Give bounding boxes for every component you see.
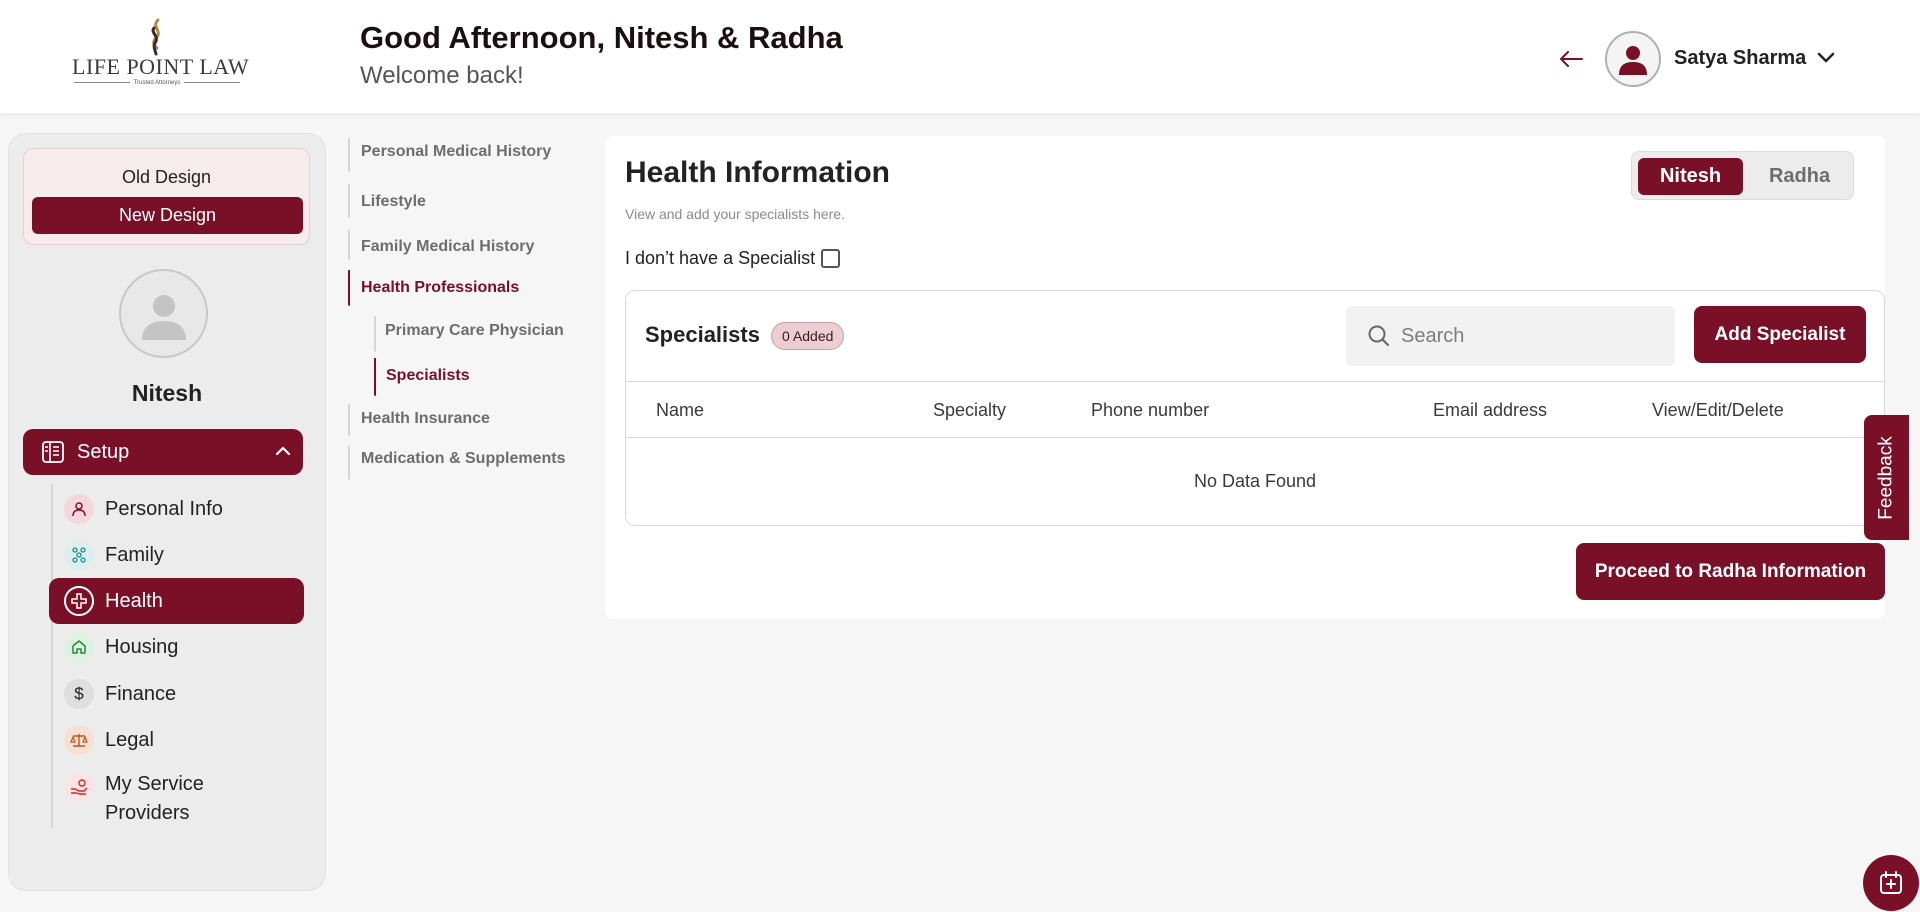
chevron-down-icon[interactable] [1816, 48, 1836, 68]
section-nav-active-subline [374, 358, 376, 396]
profile-name: Nitesh [131, 380, 203, 406]
add-specialist-button[interactable]: Add Specialist [1694, 306, 1866, 363]
logo-tagline: Trusted Attorneys [72, 80, 242, 86]
calendar-add-icon [1880, 871, 1902, 894]
section-nav-line [348, 230, 350, 260]
sidebar-item-housing[interactable]: Housing [49, 624, 304, 670]
health-icon [64, 586, 94, 616]
table-header: Name Specialty Phone number Email addres… [626, 381, 1884, 438]
old-design-option[interactable]: Old Design [24, 167, 309, 188]
logo-text: LIFE POINT LAW [72, 54, 250, 79]
no-specialist-label: I don’t have a Specialist [625, 248, 816, 268]
no-specialist-checkbox[interactable] [821, 249, 840, 268]
page-title: Health Information [625, 156, 891, 189]
page-subtitle: View and add your specialists here. [625, 206, 845, 222]
column-header-name: Name [656, 400, 705, 420]
section-nav-specialists[interactable]: Specialists [386, 367, 470, 385]
sidebar-item-my-service-providers[interactable]: My Service Providers [49, 770, 304, 832]
search-input[interactable] [1401, 321, 1661, 351]
floating-action-button[interactable] [1863, 855, 1919, 911]
document-icon [42, 441, 64, 463]
welcome-subtitle: Welcome back! [360, 62, 524, 89]
section-nav-line [348, 446, 350, 480]
main-panel: Health Information View and add your spe… [605, 136, 1885, 619]
section-nav-line [348, 404, 350, 436]
sidebar-item-health[interactable]: Health [49, 578, 304, 624]
column-header-specialty: Specialty [933, 400, 1007, 420]
sidebar-item-label: Finance [105, 682, 177, 705]
top-header: LIFE POINT LAW Trusted Attorneys Good Af… [0, 0, 1920, 113]
toggle-option-nitesh[interactable]: Nitesh [1638, 158, 1743, 195]
dollar-icon: $ [64, 679, 94, 709]
scales-icon [64, 725, 94, 755]
sidebar-item-label: Family [105, 543, 164, 566]
setup-label: Setup [77, 441, 130, 463]
section-nav-line [348, 184, 350, 218]
chevron-up-icon [275, 446, 291, 456]
column-header-phone: Phone number [1091, 400, 1210, 420]
section-nav-subline [374, 316, 376, 352]
home-icon [64, 632, 94, 662]
specialists-table-card: Specialists 0 Added Add Specialist Name … [625, 290, 1885, 526]
sidebar-item-label: Housing [105, 635, 179, 658]
setup-toggle[interactable]: Setup [23, 429, 303, 475]
section-nav-family-medical-history[interactable]: Family Medical History [361, 238, 534, 256]
person-toggle: Nitesh Radha [1631, 151, 1854, 200]
sidebar-item-finance[interactable]: $ Finance [49, 671, 304, 717]
design-switcher: Old Design New Design [23, 148, 310, 245]
sidebar: Old Design New Design Nitesh Setup Perso… [8, 133, 326, 891]
specialists-title: Specialists [645, 322, 760, 347]
toggle-option-radha[interactable]: Radha [1747, 158, 1852, 195]
person-icon [64, 494, 94, 524]
section-nav-active-line [348, 270, 350, 306]
feedback-label: Feedback [1875, 435, 1897, 520]
section-nav-lifestyle[interactable]: Lifestyle [361, 193, 426, 211]
user-avatar-icon [1619, 46, 1647, 75]
sidebar-item-label: Health [105, 589, 163, 612]
sidebar-item-label: Personal Info [105, 497, 223, 520]
user-name[interactable]: Satya Sharma [1674, 47, 1806, 70]
section-nav-primary-care-physician[interactable]: Primary Care Physician [385, 322, 564, 340]
logo[interactable]: LIFE POINT LAW Trusted Attorneys [72, 16, 250, 92]
search-icon [1368, 325, 1389, 346]
section-nav-medication-supplements[interactable]: Medication & Supplements [361, 450, 565, 468]
column-header-actions: View/Edit/Delete [1652, 400, 1784, 420]
section-nav-line [348, 138, 350, 172]
section-nav-personal-medical-history[interactable]: Personal Medical History [361, 143, 551, 161]
sidebar-item-label: My Service Providers [105, 773, 204, 824]
sidebar-item-family[interactable]: Family [49, 532, 304, 578]
new-design-option[interactable]: New Design [32, 197, 303, 234]
logo-mark-icon [151, 18, 160, 56]
sidebar-item-legal[interactable]: Legal [49, 717, 304, 763]
section-nav-health-professionals[interactable]: Health Professionals [361, 279, 519, 297]
service-hand-icon [64, 772, 94, 802]
proceed-button[interactable]: Proceed to Radha Information [1576, 543, 1885, 600]
feedback-tab[interactable]: Feedback [1864, 415, 1909, 540]
section-nav-health-insurance[interactable]: Health Insurance [361, 410, 490, 428]
family-icon [64, 540, 94, 570]
greeting-title: Good Afternoon, Nitesh & Radha [360, 20, 843, 55]
profile-placeholder-icon [141, 294, 186, 340]
search-box [1346, 306, 1675, 366]
column-header-email: Email address [1433, 400, 1548, 420]
sidebar-item-personal-info[interactable]: Personal Info [49, 486, 304, 532]
sidebar-item-label: Legal [105, 728, 154, 751]
profile-avatar [119, 269, 208, 358]
back-arrow-icon[interactable] [1556, 44, 1586, 74]
empty-state: No Data Found [1193, 471, 1317, 491]
added-count-badge: 0 Added [771, 322, 845, 350]
user-avatar[interactable] [1605, 31, 1661, 87]
